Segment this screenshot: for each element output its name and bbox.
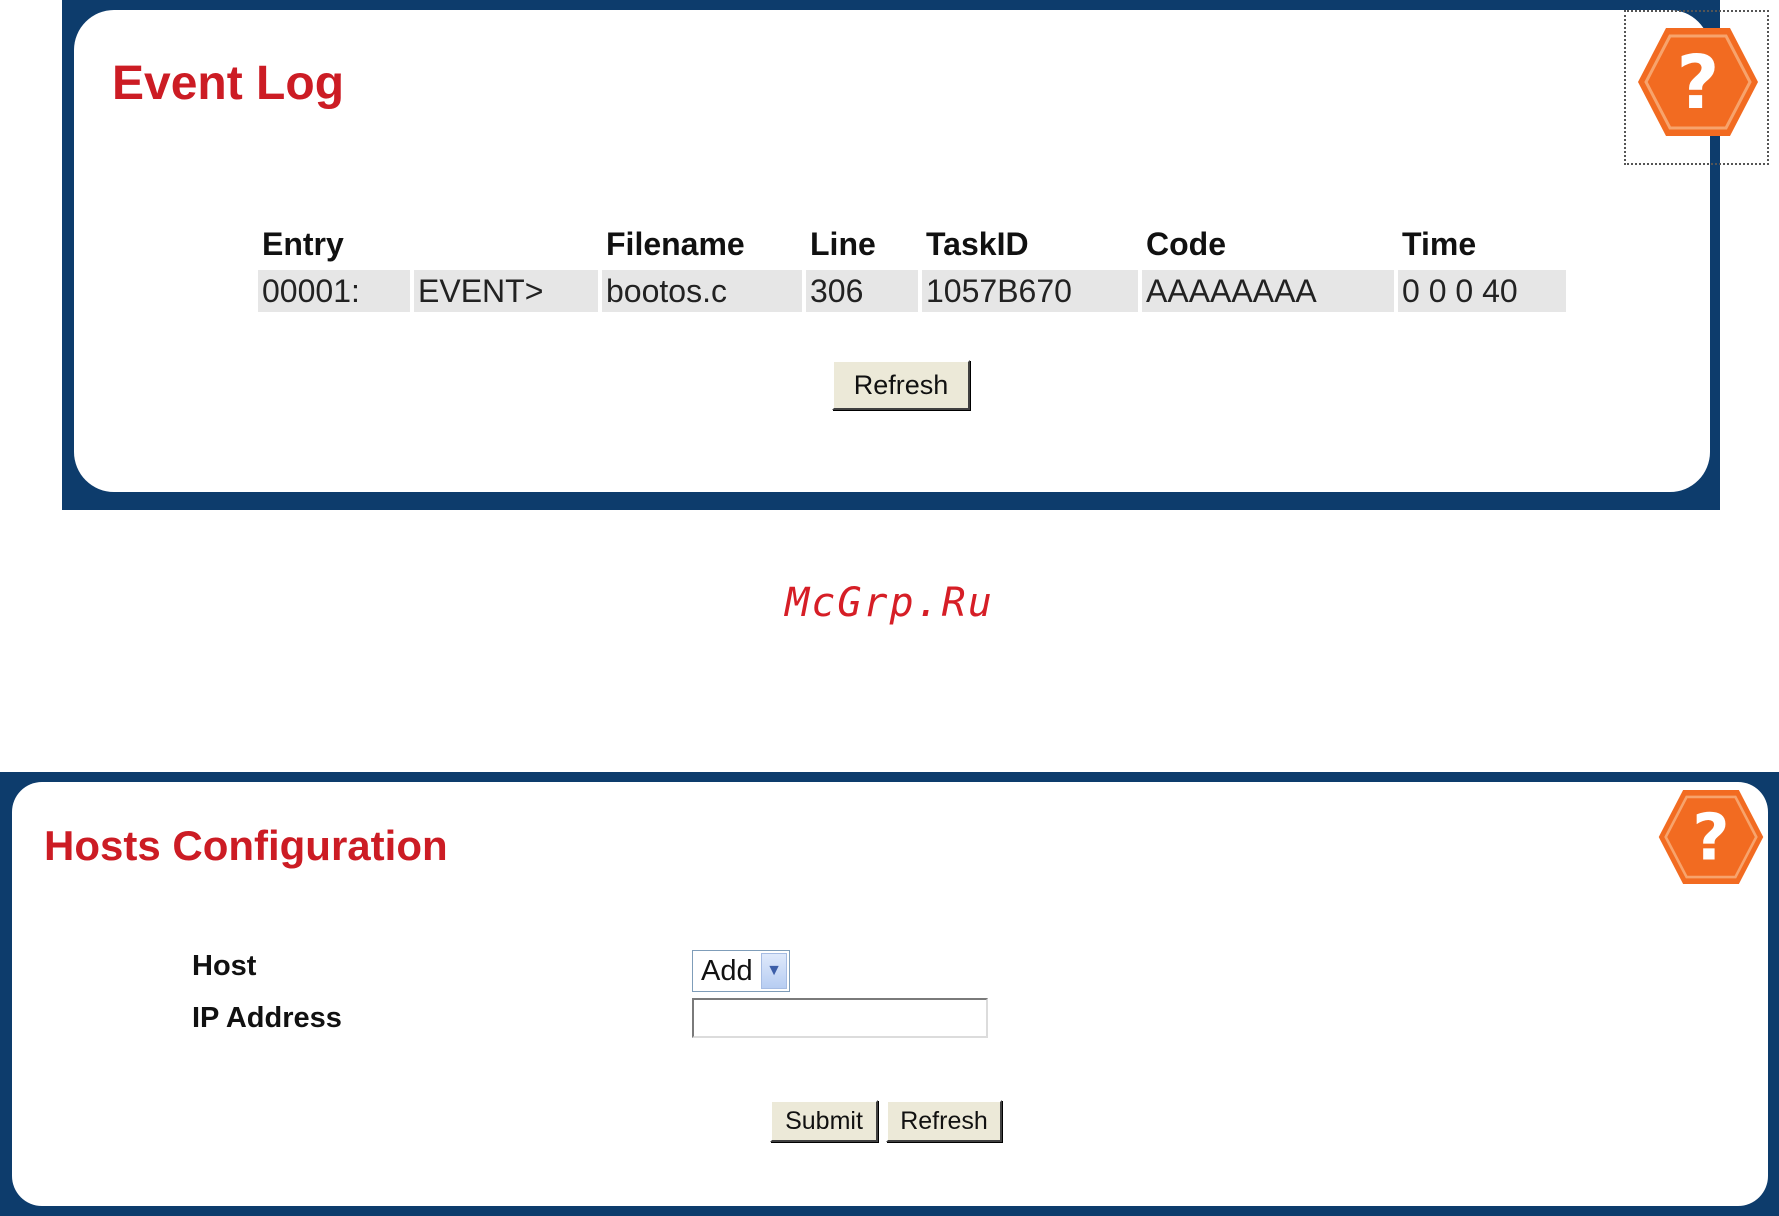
- refresh-button[interactable]: Refresh: [886, 1100, 1002, 1142]
- table-header-row: Entry Filename Line TaskID Code Time: [258, 222, 1566, 266]
- submit-button[interactable]: Submit: [770, 1100, 878, 1142]
- column-header-time: Time: [1402, 225, 1477, 262]
- help-question-icon: ?: [1658, 789, 1764, 885]
- column-header-code: Code: [1146, 225, 1226, 262]
- cell-taskid: 1057B670: [922, 270, 1138, 312]
- ip-address-label: IP Address: [192, 1002, 342, 1034]
- column-header-filename: Filename: [606, 225, 745, 262]
- refresh-button[interactable]: Refresh: [832, 360, 970, 410]
- cell-code: AAAAAAAA: [1142, 270, 1394, 312]
- svg-text:?: ?: [1692, 801, 1729, 876]
- event-log-card: Event Log ? Entry Filename Line TaskID C…: [74, 10, 1769, 492]
- cell-event-type: EVENT>: [414, 270, 598, 312]
- cell-time: 0 0 0 40: [1398, 270, 1566, 312]
- host-select[interactable]: Add ▼: [692, 950, 790, 992]
- table-row: 00001: EVENT> bootos.c 306 1057B670 AAAA…: [258, 270, 1566, 312]
- hosts-config-card: Hosts Configuration ? Host Add ▼ IP Addr…: [12, 782, 1768, 1206]
- cell-entry: 00001:: [258, 270, 410, 312]
- host-label: Host: [192, 950, 257, 982]
- hosts-config-title: Hosts Configuration: [44, 822, 448, 869]
- host-select-value: Add: [701, 954, 753, 987]
- ip-address-input[interactable]: [692, 998, 988, 1038]
- chevron-down-icon[interactable]: ▼: [761, 953, 787, 989]
- hosts-config-panel: Hosts Configuration ? Host Add ▼ IP Addr…: [0, 772, 1779, 1216]
- column-header-line: Line: [810, 225, 876, 262]
- help-question-icon: ?: [1638, 28, 1758, 136]
- cell-filename: bootos.c: [602, 270, 802, 312]
- help-button[interactable]: ?: [1624, 10, 1769, 165]
- column-header-taskid: TaskID: [926, 225, 1029, 262]
- watermark-text: McGrp.Ru: [785, 580, 994, 626]
- svg-text:?: ?: [1677, 40, 1720, 126]
- event-log-title: Event Log: [112, 57, 345, 110]
- help-button[interactable]: ?: [1657, 788, 1765, 891]
- cell-line: 306: [806, 270, 918, 312]
- event-log-panel: Event Log ? Entry Filename Line TaskID C…: [62, 0, 1769, 510]
- event-log-table: Entry Filename Line TaskID Code Time 000…: [254, 218, 1570, 316]
- column-header-entry: Entry: [262, 225, 344, 262]
